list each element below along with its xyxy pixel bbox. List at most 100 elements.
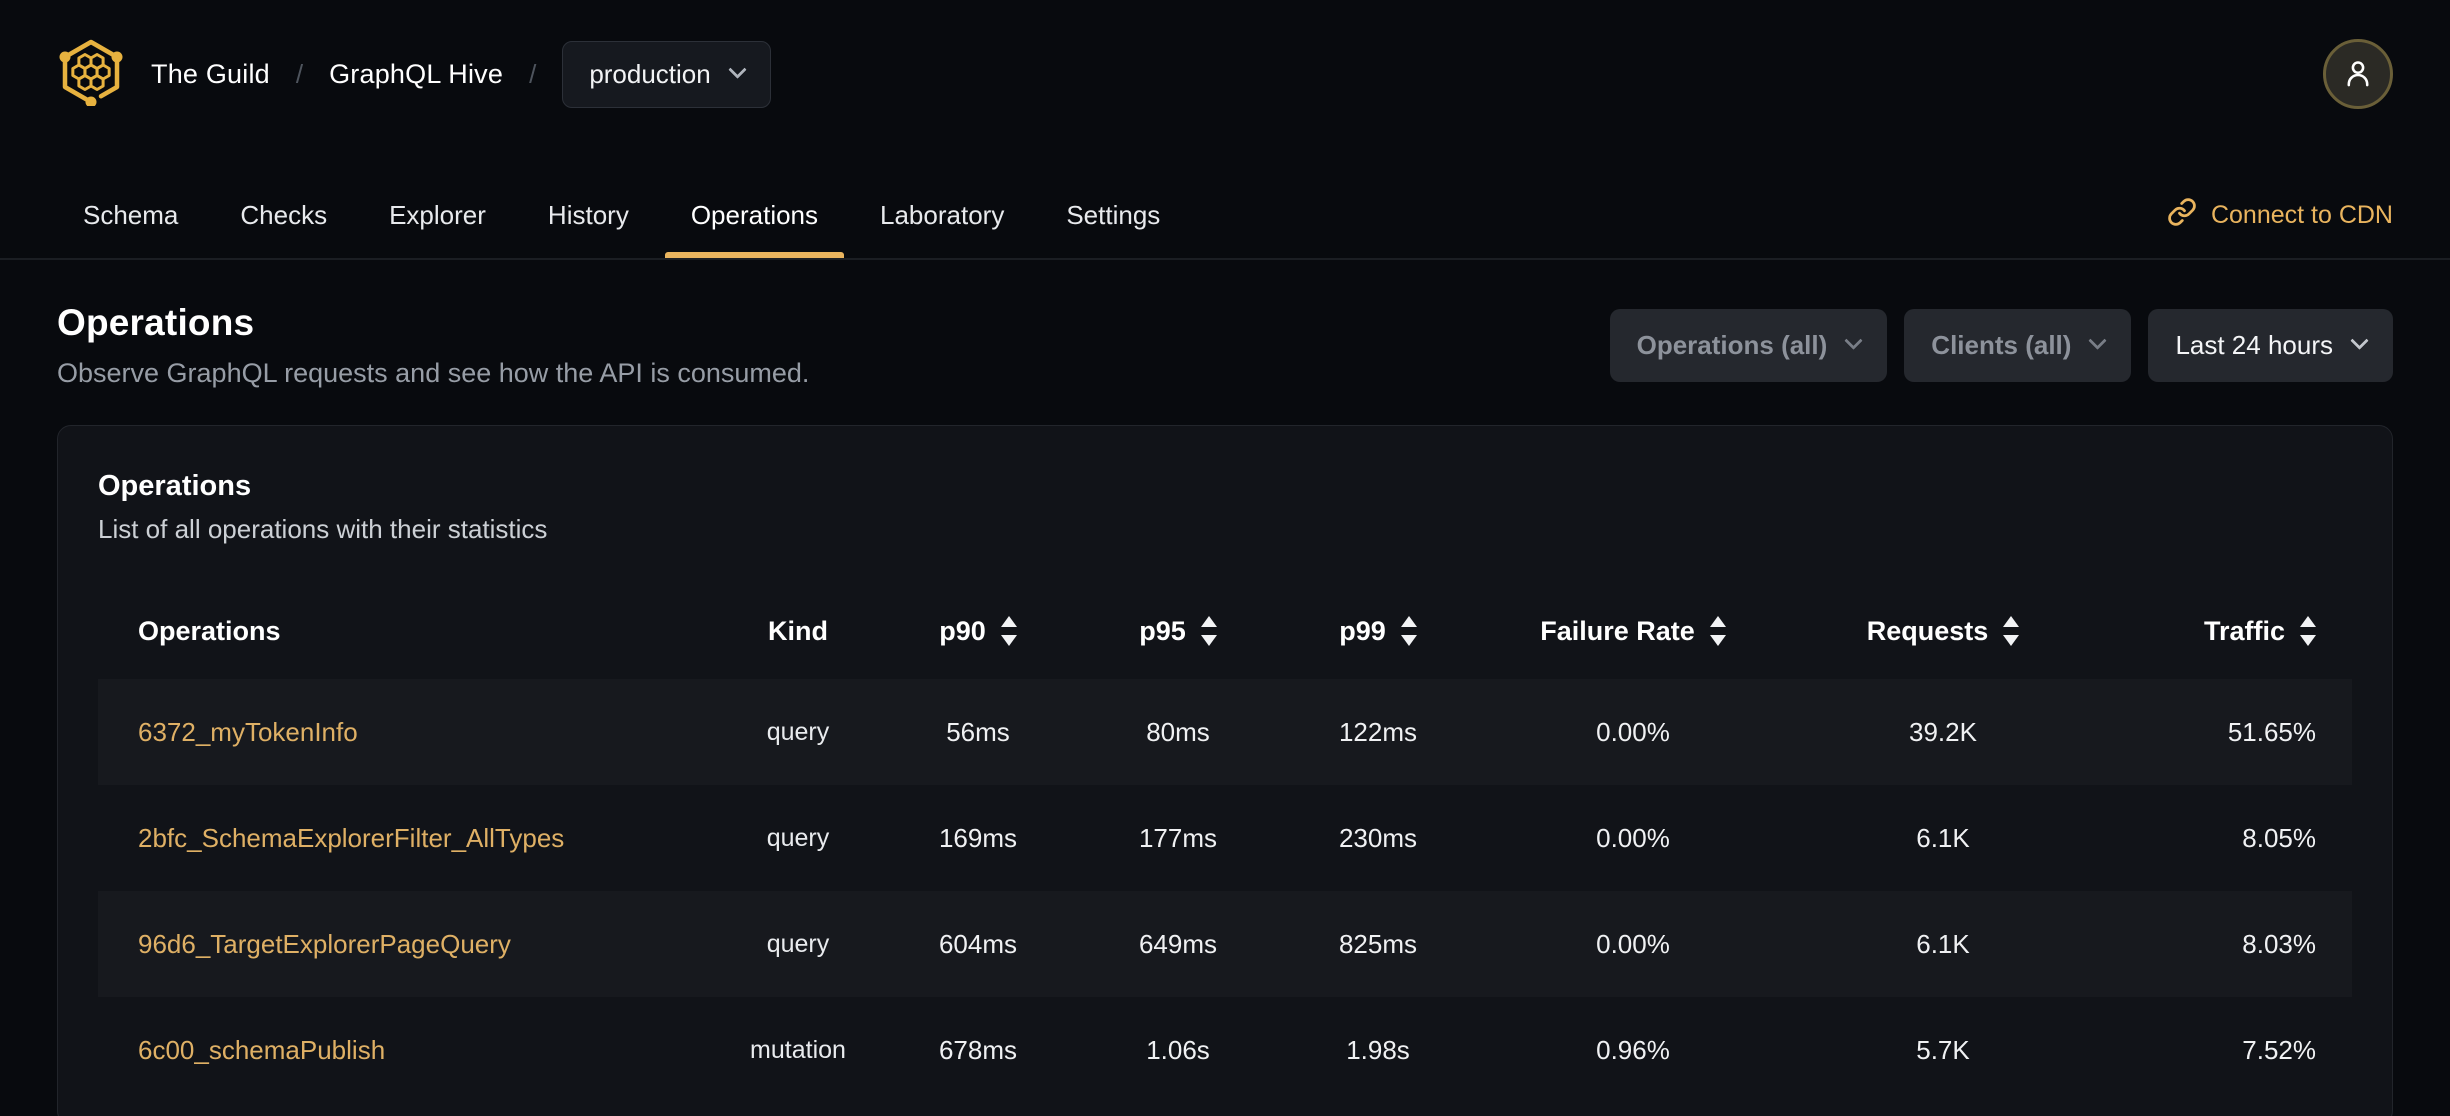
tab-settings[interactable]: Settings: [1040, 172, 1186, 258]
filter-label: Clients (all): [1931, 330, 2072, 360]
tab-bar-tabs: Schema Checks Explorer History Operations Lab…: [57, 172, 1186, 258]
card-title: Operations: [98, 470, 252, 502]
tab-schema[interactable]: Schema: [57, 172, 204, 258]
connect-to-cdn-label: Connect to CDN: [2210, 200, 2393, 229]
tab-explorer[interactable]: Explorer: [363, 172, 512, 258]
sort-desc-icon: [1400, 635, 1417, 646]
target-selector[interactable]: production: [562, 40, 771, 108]
breadcrumb-separator: /: [529, 58, 537, 89]
connect-to-cdn-link[interactable]: Connect to CDN: [2167, 172, 2393, 258]
page-subtitle: Observe GraphQL requests and see how the…: [57, 358, 810, 388]
table-row: 2bfc_SchemaExplorerFilter_AllTypes query 1…: [98, 785, 2352, 891]
cell-name: 2bfc_SchemaExplorerFilter_AllTypes: [98, 823, 718, 854]
cell-p99: 230ms: [1338, 822, 1418, 853]
cell-p95: 80ms: [1146, 716, 1210, 747]
filter-last-24-hours[interactable]: Last 24 hours: [2148, 309, 2393, 382]
column-label: p99: [1339, 615, 1386, 646]
sort-asc-icon: [1709, 616, 1726, 627]
breadcrumb-separator: /: [295, 58, 304, 89]
cell-name: 6372_myTokenInfo: [98, 717, 718, 748]
breadcrumb-project[interactable]: GraphQL Hive: [329, 59, 503, 90]
cell-failure_rate: 0.00%: [1596, 822, 1670, 853]
cell-kind: mutation: [750, 1035, 846, 1064]
sort-control[interactable]: [1709, 616, 1726, 646]
filter-clients-all[interactable]: Clients (all): [1904, 309, 2132, 382]
cell-p99: 122ms: [1338, 716, 1418, 747]
table-row: 6372_myTokenInfo query 56ms 80ms 122ms 0.00% 3…: [98, 679, 2352, 785]
link-icon: [2167, 197, 2197, 234]
operation-link[interactable]: 6372_myTokenInfo: [138, 717, 358, 747]
tab-history[interactable]: History: [522, 172, 655, 258]
cell-p99: 825ms: [1338, 928, 1418, 959]
tab-laboratory[interactable]: Laboratory: [854, 172, 1030, 258]
sort-control[interactable]: [2300, 616, 2316, 646]
column-header-p99[interactable]: p99: [1278, 616, 1478, 647]
user-icon: [2341, 56, 2375, 93]
operations-card: Operations List of all operations with t…: [57, 425, 2393, 1116]
cell-p90: 169ms: [938, 822, 1018, 853]
column-label: Kind: [768, 615, 828, 646]
sort-control[interactable]: [1000, 616, 1017, 646]
column-label: p90: [939, 615, 986, 646]
column-label: Requests: [1866, 615, 1989, 646]
sort-control[interactable]: [1200, 616, 1217, 646]
cell-kind: query: [766, 823, 830, 852]
avatar-button[interactable]: [2323, 39, 2393, 109]
cell-p90: 604ms: [938, 928, 1018, 959]
column-label: Failure Rate: [1540, 615, 1695, 646]
cell-failure_rate: 0.96%: [1596, 1034, 1670, 1065]
sort-control[interactable]: [2003, 616, 2020, 646]
column-label: Traffic: [2203, 615, 2285, 646]
sort-desc-icon: [1000, 635, 1017, 646]
cell-traffic: 8.05%: [2242, 822, 2316, 853]
breadcrumb: The Guild / GraphQL Hive / production: [57, 38, 771, 111]
breadcrumb-org[interactable]: The Guild: [151, 59, 270, 90]
cell-kind: query: [766, 717, 830, 746]
sort-control[interactable]: [1400, 616, 1417, 646]
operation-link[interactable]: 96d6_TargetExplorerPageQuery: [138, 929, 511, 959]
column-header-traffic[interactable]: Traffic: [2098, 616, 2352, 647]
card-subtitle: List of all operations with their statis…: [98, 514, 548, 544]
chevron-down-icon: [2088, 330, 2108, 350]
page-header: Operations Observe GraphQL requests and …: [0, 260, 2450, 389]
operation-link[interactable]: 2bfc_SchemaExplorerFilter_AllTypes: [138, 823, 564, 853]
cell-traffic: 7.52%: [2242, 1034, 2316, 1065]
cell-p95: 1.06s: [1146, 1034, 1210, 1065]
cell-p90: 678ms: [938, 1034, 1018, 1065]
cell-p90: 56ms: [946, 716, 1010, 747]
sort-desc-icon: [2300, 635, 2316, 646]
column-label: p95: [1139, 615, 1186, 646]
tab-bar: Schema Checks Explorer History Operations Lab…: [0, 148, 2450, 260]
cell-kind: query: [766, 929, 830, 958]
tab-checks[interactable]: Checks: [214, 172, 353, 258]
cell-requests: 6.1K: [1916, 928, 1970, 959]
chevron-down-icon: [728, 59, 747, 79]
column-header-kind: Kind: [718, 616, 878, 647]
sort-asc-icon: [2300, 616, 2316, 627]
target-selector-value: production: [589, 58, 711, 89]
column-header-requests[interactable]: Requests: [1788, 616, 2098, 647]
hive-logo-icon: [57, 38, 125, 111]
column-label: Operations: [138, 615, 281, 646]
column-header-failure_rate[interactable]: Failure Rate: [1478, 616, 1788, 647]
filter-operations-all[interactable]: Operations (all): [1609, 309, 1888, 382]
app-header: The Guild / GraphQL Hive / production: [0, 0, 2450, 148]
table-row: 96d6_TargetExplorerPageQuery query 604ms 64…: [98, 891, 2352, 997]
chevron-down-icon: [1844, 330, 1863, 350]
operation-link[interactable]: 6c00_schemaPublish: [138, 1035, 385, 1065]
cell-p95: 649ms: [1138, 928, 1218, 959]
cell-requests: 39.2K: [1909, 716, 1977, 747]
cell-requests: 6.1K: [1916, 822, 1970, 853]
cell-traffic: 8.03%: [2242, 928, 2316, 959]
column-header-p95[interactable]: p95: [1078, 616, 1278, 647]
sort-desc-icon: [1200, 635, 1217, 646]
cell-name: 6c00_schemaPublish: [98, 1035, 718, 1066]
column-header-name: Operations: [98, 616, 718, 647]
sort-asc-icon: [1400, 616, 1417, 627]
cell-failure_rate: 0.00%: [1596, 928, 1670, 959]
table-row: 6c00_schemaPublish mutation 678ms 1.06s 1.98…: [98, 997, 2352, 1103]
filter-bar: Operations (all) Clients (all) Last 24 hou…: [1609, 309, 2393, 382]
operations-table-body: 6372_myTokenInfo query 56ms 80ms 122ms 0.00% 3…: [98, 679, 2352, 1103]
tab-operations[interactable]: Operations: [664, 172, 845, 258]
column-header-p90[interactable]: p90: [878, 616, 1078, 647]
